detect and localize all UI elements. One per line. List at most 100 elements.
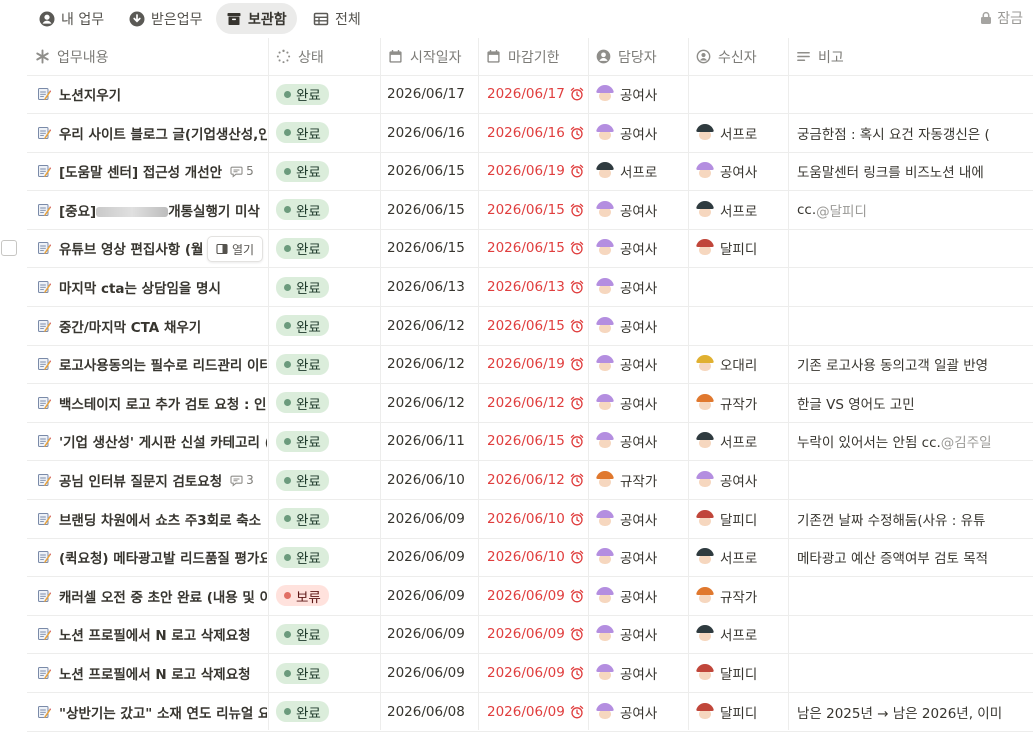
start-date-cell[interactable]: 2026/06/15 — [380, 229, 478, 267]
view-tab-3[interactable]: 전체 — [303, 3, 371, 34]
table-row[interactable]: 캐러셀 오전 중 초안 완료 (내용 및 이 보류 2026/06/09 2026/0… — [27, 577, 1033, 616]
status-cell[interactable]: 완료 — [268, 268, 380, 306]
task-title[interactable]: "상반기는 갔고" 소재 연도 리뉴얼 요 — [59, 702, 267, 722]
status-cell[interactable]: 완료 — [268, 345, 380, 383]
task-title[interactable]: 노션 프로필에서 N 로고 삭제요청 — [59, 663, 251, 683]
task-title[interactable]: [도움말 센터] 접근성 개선안 — [59, 161, 222, 181]
note-cell[interactable] — [788, 229, 1033, 267]
table-row[interactable]: 우리 사이트 블로그 글(기업생산성,인 완료 2026/06/16 2026/06/… — [27, 114, 1033, 153]
task-title-cell[interactable]: [중요] 개통실행기 미삭 — [27, 191, 267, 229]
status-cell[interactable]: 완료 — [268, 538, 380, 576]
view-tab-0[interactable]: 내 업무 — [29, 3, 114, 34]
view-tab-2[interactable]: 보관함 — [216, 3, 297, 34]
note-cell[interactable]: 한글 VS 영어도 고민 — [788, 384, 1033, 422]
status-cell[interactable]: 완료 — [268, 461, 380, 499]
due-date-cell[interactable]: 2026/06/19 — [478, 345, 588, 383]
task-title-cell[interactable]: 우리 사이트 블로그 글(기업생산성,인 — [27, 114, 267, 152]
note-cell[interactable] — [788, 615, 1033, 653]
note-cell[interactable] — [788, 268, 1033, 306]
due-date-cell[interactable]: 2026/06/15 — [478, 191, 588, 229]
column-header-5[interactable]: 수신자 — [688, 38, 788, 75]
status-cell[interactable]: 완료 — [268, 500, 380, 538]
owner-cell[interactable]: 공여사 — [588, 615, 688, 653]
due-date-cell[interactable]: 2026/06/09 — [478, 654, 588, 692]
due-date-cell[interactable]: 2026/06/19 — [478, 152, 588, 190]
start-date-cell[interactable]: 2026/06/15 — [380, 152, 478, 190]
due-date-cell[interactable]: 2026/06/09 — [478, 615, 588, 653]
note-cell[interactable] — [788, 577, 1033, 615]
status-cell[interactable]: 완료 — [268, 384, 380, 422]
receiver-cell[interactable]: 공여사 — [688, 461, 788, 499]
task-title[interactable]: 백스테이지 로고 추가 검토 요청 : 인 — [59, 393, 266, 413]
task-title-cell[interactable]: 캐러셀 오전 중 초안 완료 (내용 및 이 — [27, 577, 267, 615]
task-title[interactable]: 우리 사이트 블로그 글(기업생산성,인 — [59, 123, 267, 143]
task-title[interactable]: '기업 생산성' 게시판 신설 카테고리 ( — [59, 431, 267, 451]
table-row[interactable]: 백스테이지 로고 추가 검토 요청 : 인 완료 2026/06/12 2026/06… — [27, 384, 1033, 423]
open-page-button[interactable]: 열기 — [207, 236, 264, 263]
lock-button[interactable]: 잠금 — [979, 8, 1023, 28]
table-row[interactable]: 로고사용동의는 필수로 리드관리 이터 완료 2026/06/12 2026/06/1… — [27, 345, 1033, 385]
receiver-cell[interactable]: 오대리 — [688, 345, 788, 383]
task-title-cell[interactable]: 노션 프로필에서 N 로고 삭제요청 — [27, 615, 267, 653]
view-tab-1[interactable]: 받은업무 — [119, 3, 213, 34]
task-title-cell[interactable]: 백스테이지 로고 추가 검토 요청 : 인 — [27, 384, 267, 422]
owner-cell[interactable]: 서프로 — [588, 152, 688, 190]
owner-cell[interactable]: 공여사 — [588, 654, 688, 692]
task-title-cell[interactable]: 로고사용동의는 필수로 리드관리 이터 — [27, 345, 267, 383]
mention[interactable]: @김주일 — [941, 431, 992, 451]
start-date-cell[interactable]: 2026/06/09 — [380, 577, 478, 615]
status-cell[interactable]: 완료 — [268, 615, 380, 653]
start-date-cell[interactable]: 2026/06/15 — [380, 191, 478, 229]
note-cell[interactable] — [788, 307, 1033, 345]
due-date-cell[interactable]: 2026/06/16 — [478, 114, 588, 152]
note-cell[interactable]: cc. @달피디 — [788, 191, 1033, 229]
status-cell[interactable]: 완료 — [268, 307, 380, 345]
task-title-cell[interactable]: (퀵요청) 메타광고발 리드품질 평가요 — [27, 538, 267, 576]
task-title-cell[interactable]: 유튜브 영상 편집사항 (월 열기 — [27, 229, 267, 267]
table-row[interactable]: [중요] 개통실행기 미삭 완료 2026/06/15 2026/06/15 공여사 서프로… — [27, 191, 1033, 230]
receiver-cell[interactable]: 서프로 — [688, 191, 788, 229]
owner-cell[interactable]: 공여사 — [588, 422, 688, 460]
column-header-6[interactable]: 비고 — [788, 38, 1033, 75]
task-title-cell[interactable]: 공님 인터뷰 질문지 검토요청 3 — [27, 461, 267, 499]
task-title-cell[interactable]: '기업 생산성' 게시판 신설 카테고리 ( — [27, 422, 267, 460]
owner-cell[interactable]: 공여사 — [588, 345, 688, 383]
mention[interactable]: @달피디 — [816, 200, 867, 220]
start-date-cell[interactable]: 2026/06/10 — [380, 461, 478, 499]
due-date-cell[interactable]: 2026/06/09 — [478, 693, 588, 731]
task-title[interactable]: 공님 인터뷰 질문지 검토요청 — [59, 470, 222, 490]
task-title-cell[interactable]: 마지막 cta는 상담임을 명시 — [27, 268, 267, 306]
due-date-cell[interactable]: 2026/06/13 — [478, 268, 588, 306]
table-row[interactable]: [도움말 센터] 접근성 개선안 5 완료 2026/06/15 2026/06/19 서… — [27, 152, 1033, 192]
comment-count[interactable]: 5 — [230, 164, 254, 178]
status-cell[interactable]: 완료 — [268, 152, 380, 190]
column-header-2[interactable]: 시작일자 — [380, 38, 478, 75]
receiver-cell[interactable]: 달피디 — [688, 500, 788, 538]
table-row[interactable]: '기업 생산성' 게시판 신설 카테고리 (완료 2026/06/11 2026/0… — [27, 422, 1033, 462]
status-cell[interactable]: 완료 — [268, 75, 380, 113]
table-row[interactable]: 마지막 cta는 상담임을 명시 완료 2026/06/13 2026/06/13 공여… — [27, 268, 1033, 307]
owner-cell[interactable]: 공여사 — [588, 384, 688, 422]
note-cell[interactable] — [788, 75, 1033, 113]
start-date-cell[interactable]: 2026/06/11 — [380, 422, 478, 460]
column-header-0[interactable]: 업무내용 — [27, 38, 267, 75]
task-title[interactable]: 노션지우기 — [59, 84, 121, 104]
receiver-cell[interactable]: 서프로 — [688, 114, 788, 152]
task-title[interactable]: 유튜브 영상 편집사항 (월 — [59, 238, 203, 258]
due-date-cell[interactable]: 2026/06/15 — [478, 229, 588, 267]
receiver-cell[interactable]: 서프로 — [688, 538, 788, 576]
note-cell[interactable]: 남은 2025년 → 남은 2026년, 이미 — [788, 693, 1033, 731]
status-cell[interactable]: 완료 — [268, 654, 380, 692]
task-title-cell[interactable]: 노션지우기 — [27, 75, 267, 113]
task-title[interactable]: 캐러셀 오전 중 초안 완료 (내용 및 이 — [59, 586, 267, 606]
due-date-cell[interactable]: 2026/06/10 — [478, 500, 588, 538]
owner-cell[interactable]: 공여사 — [588, 268, 688, 306]
task-title[interactable]: 로고사용동의는 필수로 리드관리 이터 — [59, 354, 267, 374]
task-title-cell[interactable]: 브랜딩 차원에서 쇼츠 주3회로 축소 — [27, 500, 267, 538]
task-title-cell[interactable]: [도움말 센터] 접근성 개선안 5 — [27, 152, 267, 190]
owner-cell[interactable]: 공여사 — [588, 500, 688, 538]
start-date-cell[interactable]: 2026/06/08 — [380, 693, 478, 731]
due-date-cell[interactable]: 2026/06/12 — [478, 384, 588, 422]
table-row[interactable]: 브랜딩 차원에서 쇼츠 주3회로 축소 완료 2026/06/09 2026/06/1… — [27, 500, 1033, 539]
task-title[interactable]: 노션 프로필에서 N 로고 삭제요청 — [59, 624, 251, 644]
